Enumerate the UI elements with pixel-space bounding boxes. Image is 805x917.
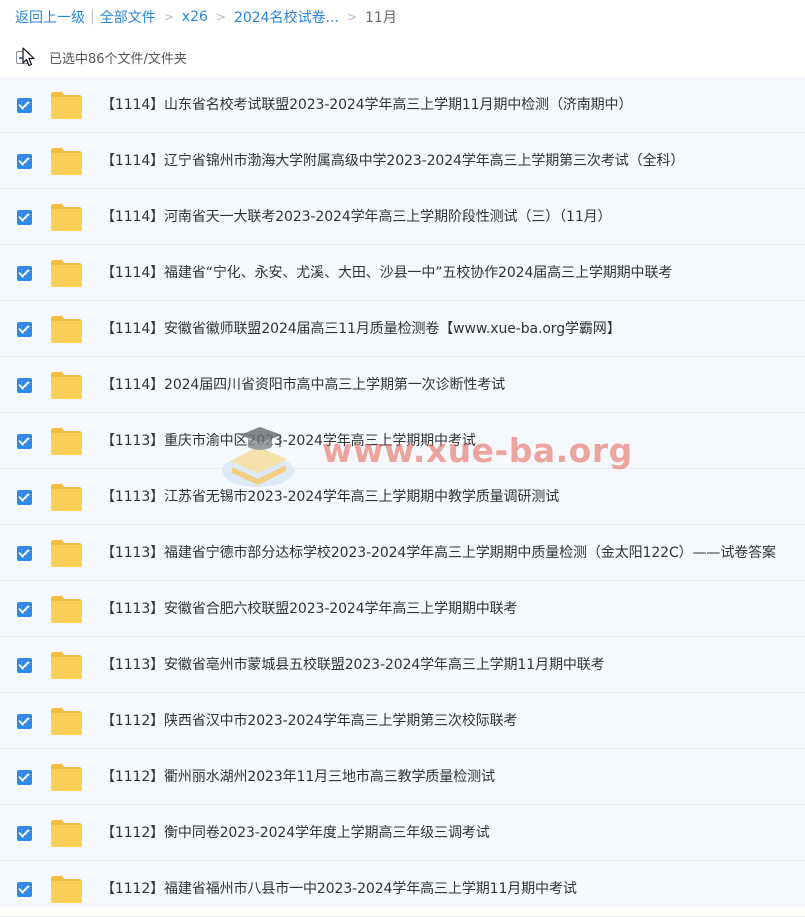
file-name: 【1114】福建省“宁化、永安、尤溪、大田、沙县一中”五校协作2024届高三上学… xyxy=(101,265,673,281)
file-row[interactable]: 【1113】安徽省合肥六校联盟2023-2024学年高三上学期期中联考 xyxy=(0,581,805,637)
file-row[interactable]: 【1114】河南省天一大联考2023-2024学年高三上学期阶段性测试（三）（1… xyxy=(0,189,805,245)
checkbox-checked-icon[interactable] xyxy=(17,434,32,449)
folder-icon xyxy=(51,148,82,175)
file-row[interactable]: 【1113】福建省宁德市部分达标学校2023-2024学年高三上学期期中质量检测… xyxy=(0,525,805,581)
checkbox-checked-icon[interactable] xyxy=(17,154,32,169)
file-row[interactable]: 【1114】安徽省徽师联盟2024届高三11月质量检测卷【www.xue-ba.… xyxy=(0,301,805,357)
checkbox-checked-icon[interactable] xyxy=(17,490,32,505)
file-row[interactable]: 【1114】2024届四川省资阳市高中高三上学期第一次诊断性考试 xyxy=(0,357,805,413)
file-name: 【1114】安徽省徽师联盟2024届高三11月质量检测卷【www.xue-ba.… xyxy=(101,321,621,337)
checkbox-checked-icon[interactable] xyxy=(17,882,32,897)
file-name: 【1114】河南省天一大联考2023-2024学年高三上学期阶段性测试（三）（1… xyxy=(101,209,612,225)
file-name: 【1114】2024届四川省资阳市高中高三上学期第一次诊断性考试 xyxy=(101,377,506,393)
folder-icon xyxy=(51,708,82,735)
file-name: 【1112】衢州丽水湖州2023年11月三地市高三教学质量检测试 xyxy=(101,769,495,785)
folder-icon xyxy=(51,428,82,455)
folder-icon xyxy=(51,764,82,791)
checkbox-checked-icon[interactable] xyxy=(17,658,32,673)
checkbox-checked-icon[interactable] xyxy=(17,266,32,281)
file-row[interactable]: 【1113】安徽省亳州市蒙城县五校联盟2023-2024学年高三上学期11月期中… xyxy=(0,637,805,693)
folder-icon xyxy=(51,260,82,287)
all-files-link[interactable]: 全部文件 xyxy=(100,7,156,27)
breadcrumb-2024-link[interactable]: 2024名校试卷... xyxy=(234,7,339,27)
checkbox-checked-icon[interactable] xyxy=(17,378,32,393)
breadcrumb-current: 11月 xyxy=(365,10,397,26)
breadcrumb-separator: > xyxy=(163,10,174,24)
mouse-cursor-icon xyxy=(22,47,35,67)
folder-icon xyxy=(51,820,82,847)
file-name: 【1113】江苏省无锡市2023-2024学年高三上学期期中教学质量调研测试 xyxy=(101,489,560,505)
file-row[interactable]: 【1112】陕西省汉中市2023-2024学年高三上学期第三次校际联考 xyxy=(0,693,805,749)
file-name: 【1112】福建省福州市八县市一中2023-2024学年高三上学期11月期中考试 xyxy=(101,881,577,897)
file-name: 【1113】重庆市渝中区2023-2024学年高三上学期期中考试 xyxy=(101,433,476,449)
breadcrumb: 返回上一级 | 全部文件 > x26 > 2024名校试卷... > 11月 xyxy=(15,5,397,29)
breadcrumb-pipe: | xyxy=(90,9,95,25)
checkbox-checked-icon[interactable] xyxy=(17,714,32,729)
checkbox-checked-icon[interactable] xyxy=(17,546,32,561)
folder-icon xyxy=(51,484,82,511)
breadcrumb-separator: > xyxy=(215,10,226,24)
file-row[interactable]: 【1114】辽宁省锦州市渤海大学附属高级中学2023-2024学年高三上学期第三… xyxy=(0,133,805,189)
folder-icon xyxy=(51,372,82,399)
file-name: 【1114】山东省名校考试联盟2023-2024学年高三上学期11月期中检测（济… xyxy=(101,97,633,113)
checkbox-checked-icon[interactable] xyxy=(17,602,32,617)
selection-count-text: 已选中86个文件/文件夹 xyxy=(49,51,187,67)
file-row[interactable]: 【1114】山东省名校考试联盟2023-2024学年高三上学期11月期中检测（济… xyxy=(0,77,805,133)
file-row[interactable]: 【1112】福建省福州市八县市一中2023-2024学年高三上学期11月期中考试 xyxy=(0,861,805,917)
breadcrumb-separator: > xyxy=(346,10,357,24)
file-row[interactable]: 【1113】重庆市渝中区2023-2024学年高三上学期期中考试 xyxy=(0,413,805,469)
checkbox-checked-icon[interactable] xyxy=(17,210,32,225)
folder-icon xyxy=(51,92,82,119)
checkbox-checked-icon[interactable] xyxy=(17,322,32,337)
folder-icon xyxy=(51,316,82,343)
checkbox-checked-icon[interactable] xyxy=(17,770,32,785)
file-name: 【1114】辽宁省锦州市渤海大学附属高级中学2023-2024学年高三上学期第三… xyxy=(101,153,685,169)
file-name: 【1112】衡中同卷2023-2024学年度上学期高三年级三调考试 xyxy=(101,825,490,841)
file-row[interactable]: 【1112】衡中同卷2023-2024学年度上学期高三年级三调考试 xyxy=(0,805,805,861)
file-name: 【1112】陕西省汉中市2023-2024学年高三上学期第三次校际联考 xyxy=(101,713,518,729)
folder-icon xyxy=(51,876,82,903)
folder-icon xyxy=(51,652,82,679)
file-row[interactable]: 【1112】衢州丽水湖州2023年11月三地市高三教学质量检测试 xyxy=(0,749,805,805)
file-list: 【1114】山东省名校考试联盟2023-2024学年高三上学期11月期中检测（济… xyxy=(0,77,805,917)
folder-icon xyxy=(51,204,82,231)
file-name: 【1113】安徽省合肥六校联盟2023-2024学年高三上学期期中联考 xyxy=(101,601,518,617)
file-name: 【1113】福建省宁德市部分达标学校2023-2024学年高三上学期期中质量检测… xyxy=(101,545,776,561)
back-link[interactable]: 返回上一级 xyxy=(15,7,85,27)
selection-bar: 已选中86个文件/文件夹 xyxy=(16,45,187,69)
checkbox-checked-icon[interactable] xyxy=(17,826,32,841)
file-row[interactable]: 【1113】江苏省无锡市2023-2024学年高三上学期期中教学质量调研测试 xyxy=(0,469,805,525)
checkbox-checked-icon[interactable] xyxy=(17,98,32,113)
folder-icon xyxy=(51,540,82,567)
file-name: 【1113】安徽省亳州市蒙城县五校联盟2023-2024学年高三上学期11月期中… xyxy=(101,657,605,673)
folder-icon xyxy=(51,596,82,623)
file-row[interactable]: 【1114】福建省“宁化、永安、尤溪、大田、沙县一中”五校协作2024届高三上学… xyxy=(0,245,805,301)
breadcrumb-x26-link[interactable]: x26 xyxy=(182,9,208,25)
